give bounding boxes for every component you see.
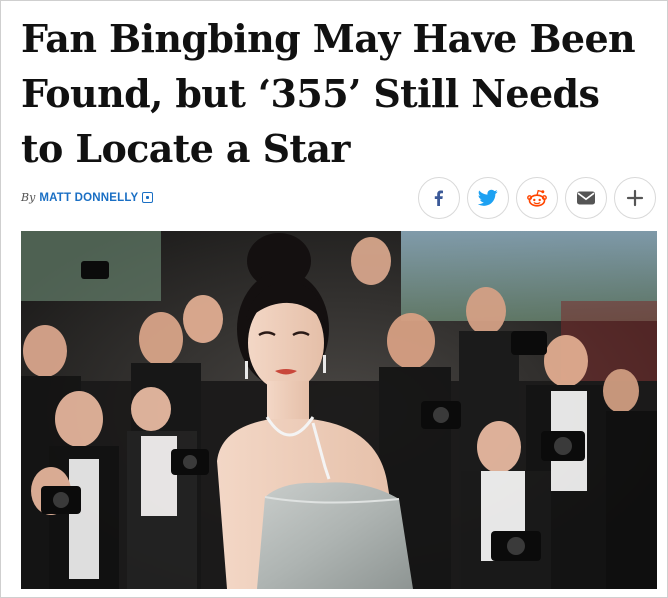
author-link[interactable]: MATT DONNELLY: [39, 192, 138, 204]
article-headline: Fan Bingbing May Have Been Found, but ‘3…: [21, 16, 636, 171]
plus-icon: [626, 189, 644, 207]
author-profile-icon[interactable]: [142, 192, 154, 203]
twitter-icon: [478, 189, 498, 207]
twitter-share-button[interactable]: [467, 177, 509, 219]
facebook-icon: [430, 189, 448, 207]
reddit-icon: [526, 188, 548, 208]
byline-prefix: By: [21, 191, 36, 204]
byline: By MATT DONNELLY: [21, 191, 154, 204]
facebook-share-button[interactable]: [418, 177, 460, 219]
red-carpet-photo-illustration: [21, 231, 657, 589]
share-bar: [418, 177, 656, 219]
reddit-share-button[interactable]: [516, 177, 558, 219]
byline-row: By MATT DONNELLY: [21, 177, 656, 221]
email-share-button[interactable]: [565, 177, 607, 219]
article-hero-image[interactable]: [21, 231, 657, 589]
article-frame: Fan Bingbing May Have Been Found, but ‘3…: [0, 0, 668, 598]
more-share-button[interactable]: [614, 177, 656, 219]
envelope-icon: [576, 190, 596, 206]
